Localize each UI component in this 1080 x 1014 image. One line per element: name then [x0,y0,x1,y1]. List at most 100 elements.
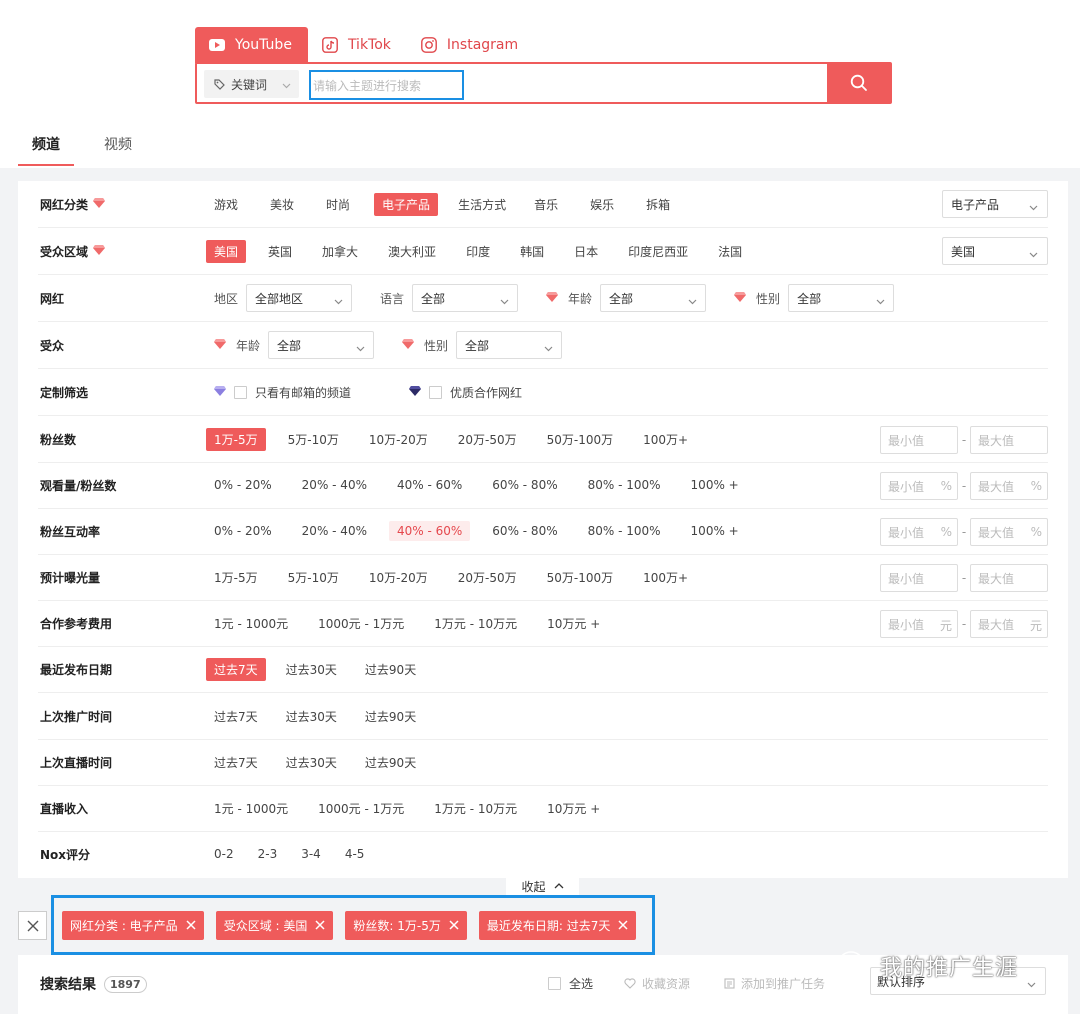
option[interactable]: 0-2 [206,844,242,864]
option[interactable]: 过去30天 [278,658,345,681]
option[interactable]: 20万-50万 [450,566,525,589]
option[interactable]: 英国 [260,240,300,263]
option[interactable]: 0% - 20% [206,475,280,495]
checkbox-box[interactable] [234,385,247,399]
option-hovered[interactable]: 40% - 60% [388,521,471,541]
option[interactable]: 100% + [683,521,747,541]
option[interactable]: 1万元 - 10万元 [426,797,525,820]
option[interactable]: 加拿大 [314,240,366,263]
option[interactable]: 过去7天 [206,705,266,728]
option[interactable]: 印度尼西亚 [620,240,696,263]
option[interactable]: 美妆 [262,193,302,216]
option[interactable]: 1000元 - 1万元 [310,612,412,635]
option[interactable]: 100万+ [635,566,696,589]
max-input[interactable]: 最大值 [970,426,1048,454]
email-only-checkbox[interactable]: 只看有邮箱的频道 [214,384,351,401]
option[interactable]: 3-4 [293,844,329,864]
option[interactable]: 40% - 60% [389,475,470,495]
influencer-gender-select[interactable]: 全部 [788,284,895,312]
option[interactable]: 娱乐 [582,193,622,216]
option[interactable]: 过去30天 [278,705,345,728]
option[interactable]: 10万元 + [539,797,608,820]
collapse-button[interactable]: 收起 [506,875,579,897]
option[interactable]: 50万-100万 [539,566,622,589]
close-icon[interactable] [315,920,325,930]
filter-chip[interactable]: 最近发布日期: 过去7天 [478,910,637,940]
option[interactable]: 50万-100万 [539,428,622,451]
save-resource-button[interactable]: 收藏资源 [624,975,690,992]
tab-channel[interactable]: 频道 [18,128,74,166]
option-selected[interactable]: 1万-5万 [206,427,266,451]
option[interactable]: 印度 [458,240,498,263]
option[interactable]: 10万-20万 [361,566,436,589]
min-input[interactable]: 最小值% [880,472,958,500]
tab-instagram[interactable]: Instagram [407,27,534,63]
option[interactable]: 法国 [710,240,750,263]
option[interactable]: 5万-10万 [280,566,347,589]
filter-chip[interactable]: 粉丝数: 1万-5万 [345,910,467,940]
min-input[interactable]: 最小值% [880,518,958,546]
option[interactable]: 100万+ [635,428,696,451]
option[interactable]: 游戏 [206,193,246,216]
search-input[interactable]: 请输入主题进行搜索 [309,70,464,100]
close-icon[interactable] [186,920,196,930]
option[interactable]: 过去90天 [357,751,424,774]
close-icon[interactable] [618,920,628,930]
option[interactable]: 0% - 20% [206,521,280,541]
option[interactable]: 5万-10万 [280,428,347,451]
option[interactable]: 80% - 100% [580,521,669,541]
option[interactable]: 20% - 40% [294,521,375,541]
tab-youtube[interactable]: YouTube [195,27,308,63]
min-input[interactable]: 最小值 [880,426,958,454]
option[interactable]: 1元 - 1000元 [206,612,296,635]
influencer-age-select[interactable]: 全部 [600,284,707,312]
option[interactable]: 2-3 [250,844,286,864]
option[interactable]: 过去30天 [278,751,345,774]
option[interactable]: 音乐 [526,193,566,216]
option[interactable]: 10万元 + [539,612,608,635]
option[interactable]: 4-5 [337,844,373,864]
option-selected[interactable]: 过去7天 [206,657,266,681]
influencer-region-select[interactable]: 全部地区 [246,284,353,312]
option[interactable]: 日本 [566,240,606,263]
search-type-select[interactable]: 关键词 [204,70,299,98]
option[interactable]: 10万-20万 [361,428,436,451]
option[interactable]: 80% - 100% [580,475,669,495]
audience-age-select[interactable]: 全部 [268,331,375,359]
option[interactable]: 澳大利亚 [380,240,444,263]
quality-checkbox[interactable]: 优质合作网红 [409,384,522,401]
region-select[interactable]: 美国 [942,237,1048,265]
close-icon[interactable] [449,920,459,930]
option[interactable]: 1万-5万 [206,566,266,589]
min-input[interactable]: 最小值 [880,564,958,592]
option[interactable]: 过去7天 [206,751,266,774]
audience-gender-select[interactable]: 全部 [456,331,563,359]
option[interactable]: 生活方式 [450,193,514,216]
max-input[interactable]: 最大值元 [970,610,1048,638]
tab-tiktok[interactable]: TikTok [308,27,407,63]
influencer-lang-select[interactable]: 全部 [412,284,519,312]
option[interactable]: 过去90天 [357,705,424,728]
filter-chip[interactable]: 受众区域 : 美国 [215,910,334,940]
option-selected[interactable]: 电子产品 [374,192,439,216]
filter-chip[interactable]: 网红分类 : 电子产品 [62,910,204,940]
option[interactable]: 60% - 80% [484,521,565,541]
option[interactable]: 韩国 [512,240,552,263]
max-input[interactable]: 最大值 [970,564,1048,592]
tab-video[interactable]: 视频 [90,128,146,166]
option[interactable]: 时尚 [318,193,358,216]
option[interactable]: 拆箱 [638,193,678,216]
option[interactable]: 1元 - 1000元 [206,797,296,820]
max-input[interactable]: 最大值% [970,518,1048,546]
option[interactable]: 1万元 - 10万元 [426,612,525,635]
select-all-checkbox[interactable]: 全选 [548,975,593,992]
clear-filters-button[interactable] [18,911,47,940]
checkbox-box[interactable] [548,977,561,990]
option[interactable]: 60% - 80% [484,475,565,495]
option[interactable]: 过去90天 [357,658,424,681]
option[interactable]: 1000元 - 1万元 [310,797,412,820]
checkbox-box[interactable] [429,385,443,399]
option[interactable]: 20万-50万 [450,428,525,451]
min-input[interactable]: 最小值元 [880,610,958,638]
option[interactable]: 20% - 40% [294,475,375,495]
